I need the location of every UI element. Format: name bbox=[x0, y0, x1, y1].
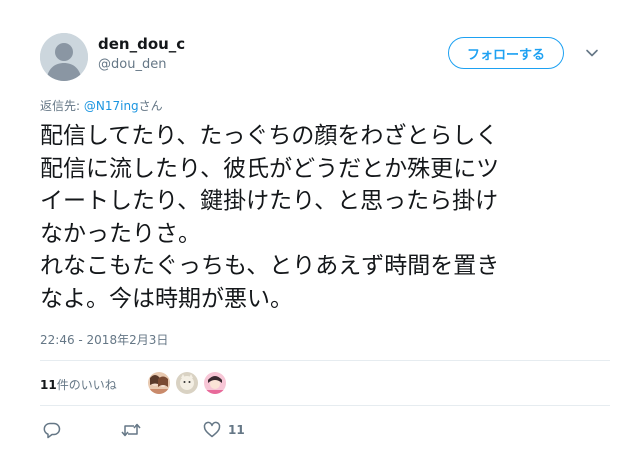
default-avatar-icon bbox=[40, 33, 88, 81]
reply-button[interactable] bbox=[42, 420, 62, 440]
follow-button[interactable]: フォローする bbox=[448, 37, 564, 69]
retweet-icon bbox=[121, 423, 141, 437]
like-count: 11 bbox=[228, 423, 245, 437]
tweet-line: なよ。今は時期が悪い。 bbox=[40, 285, 293, 312]
tweet-line: なかったりさ。 bbox=[40, 220, 201, 247]
user-avatar[interactable] bbox=[40, 33, 88, 81]
liker-avatar[interactable] bbox=[176, 372, 198, 394]
tweet-line: 配信してたり、たっぐちの顔をわざとらしく bbox=[40, 123, 499, 149]
likes-count-link[interactable]: 11件のいいね bbox=[40, 376, 117, 393]
reply-prefix: 返信先: bbox=[40, 99, 84, 113]
liker-avatar[interactable] bbox=[148, 372, 170, 394]
likers-avatars bbox=[148, 372, 232, 394]
tweet-actions: 11 bbox=[42, 420, 442, 442]
tweet-timestamp[interactable]: 22:46 - 2018年2月3日 bbox=[40, 331, 168, 348]
like-button[interactable]: 11 bbox=[202, 420, 245, 440]
screen-name[interactable]: @dou_den bbox=[98, 57, 166, 72]
divider bbox=[40, 360, 610, 361]
display-name[interactable]: den_dou_c bbox=[98, 35, 185, 53]
tweet-line: イートしたり、鍵掛けたり、と思ったら掛け bbox=[40, 188, 499, 214]
divider bbox=[40, 405, 610, 406]
reply-context: 返信先: @N17ingさん bbox=[40, 97, 163, 114]
heart-icon bbox=[203, 421, 221, 438]
retweet-button[interactable] bbox=[120, 420, 142, 440]
tweet-line: れなこもたぐっちも、とりあえず時間を置き bbox=[40, 253, 500, 279]
chevron-down-icon bbox=[586, 49, 598, 57]
likes-label: 件のいいね bbox=[56, 378, 117, 392]
likes-number: 11 bbox=[40, 378, 57, 392]
more-options-button[interactable] bbox=[584, 45, 600, 61]
reply-suffix: さん bbox=[138, 99, 163, 113]
liker-avatar[interactable] bbox=[204, 372, 226, 394]
reply-icon bbox=[43, 422, 61, 439]
tweet-line: 配信に流したり、彼氏がどうだとか殊更にツ bbox=[40, 155, 500, 182]
tweet-text: 配信してたり、たっぐちの顔をわざとらしく 配信に流したり、彼氏がどうだとか殊更に… bbox=[40, 120, 610, 315]
reply-mention-link[interactable]: @N17ing bbox=[84, 99, 139, 113]
